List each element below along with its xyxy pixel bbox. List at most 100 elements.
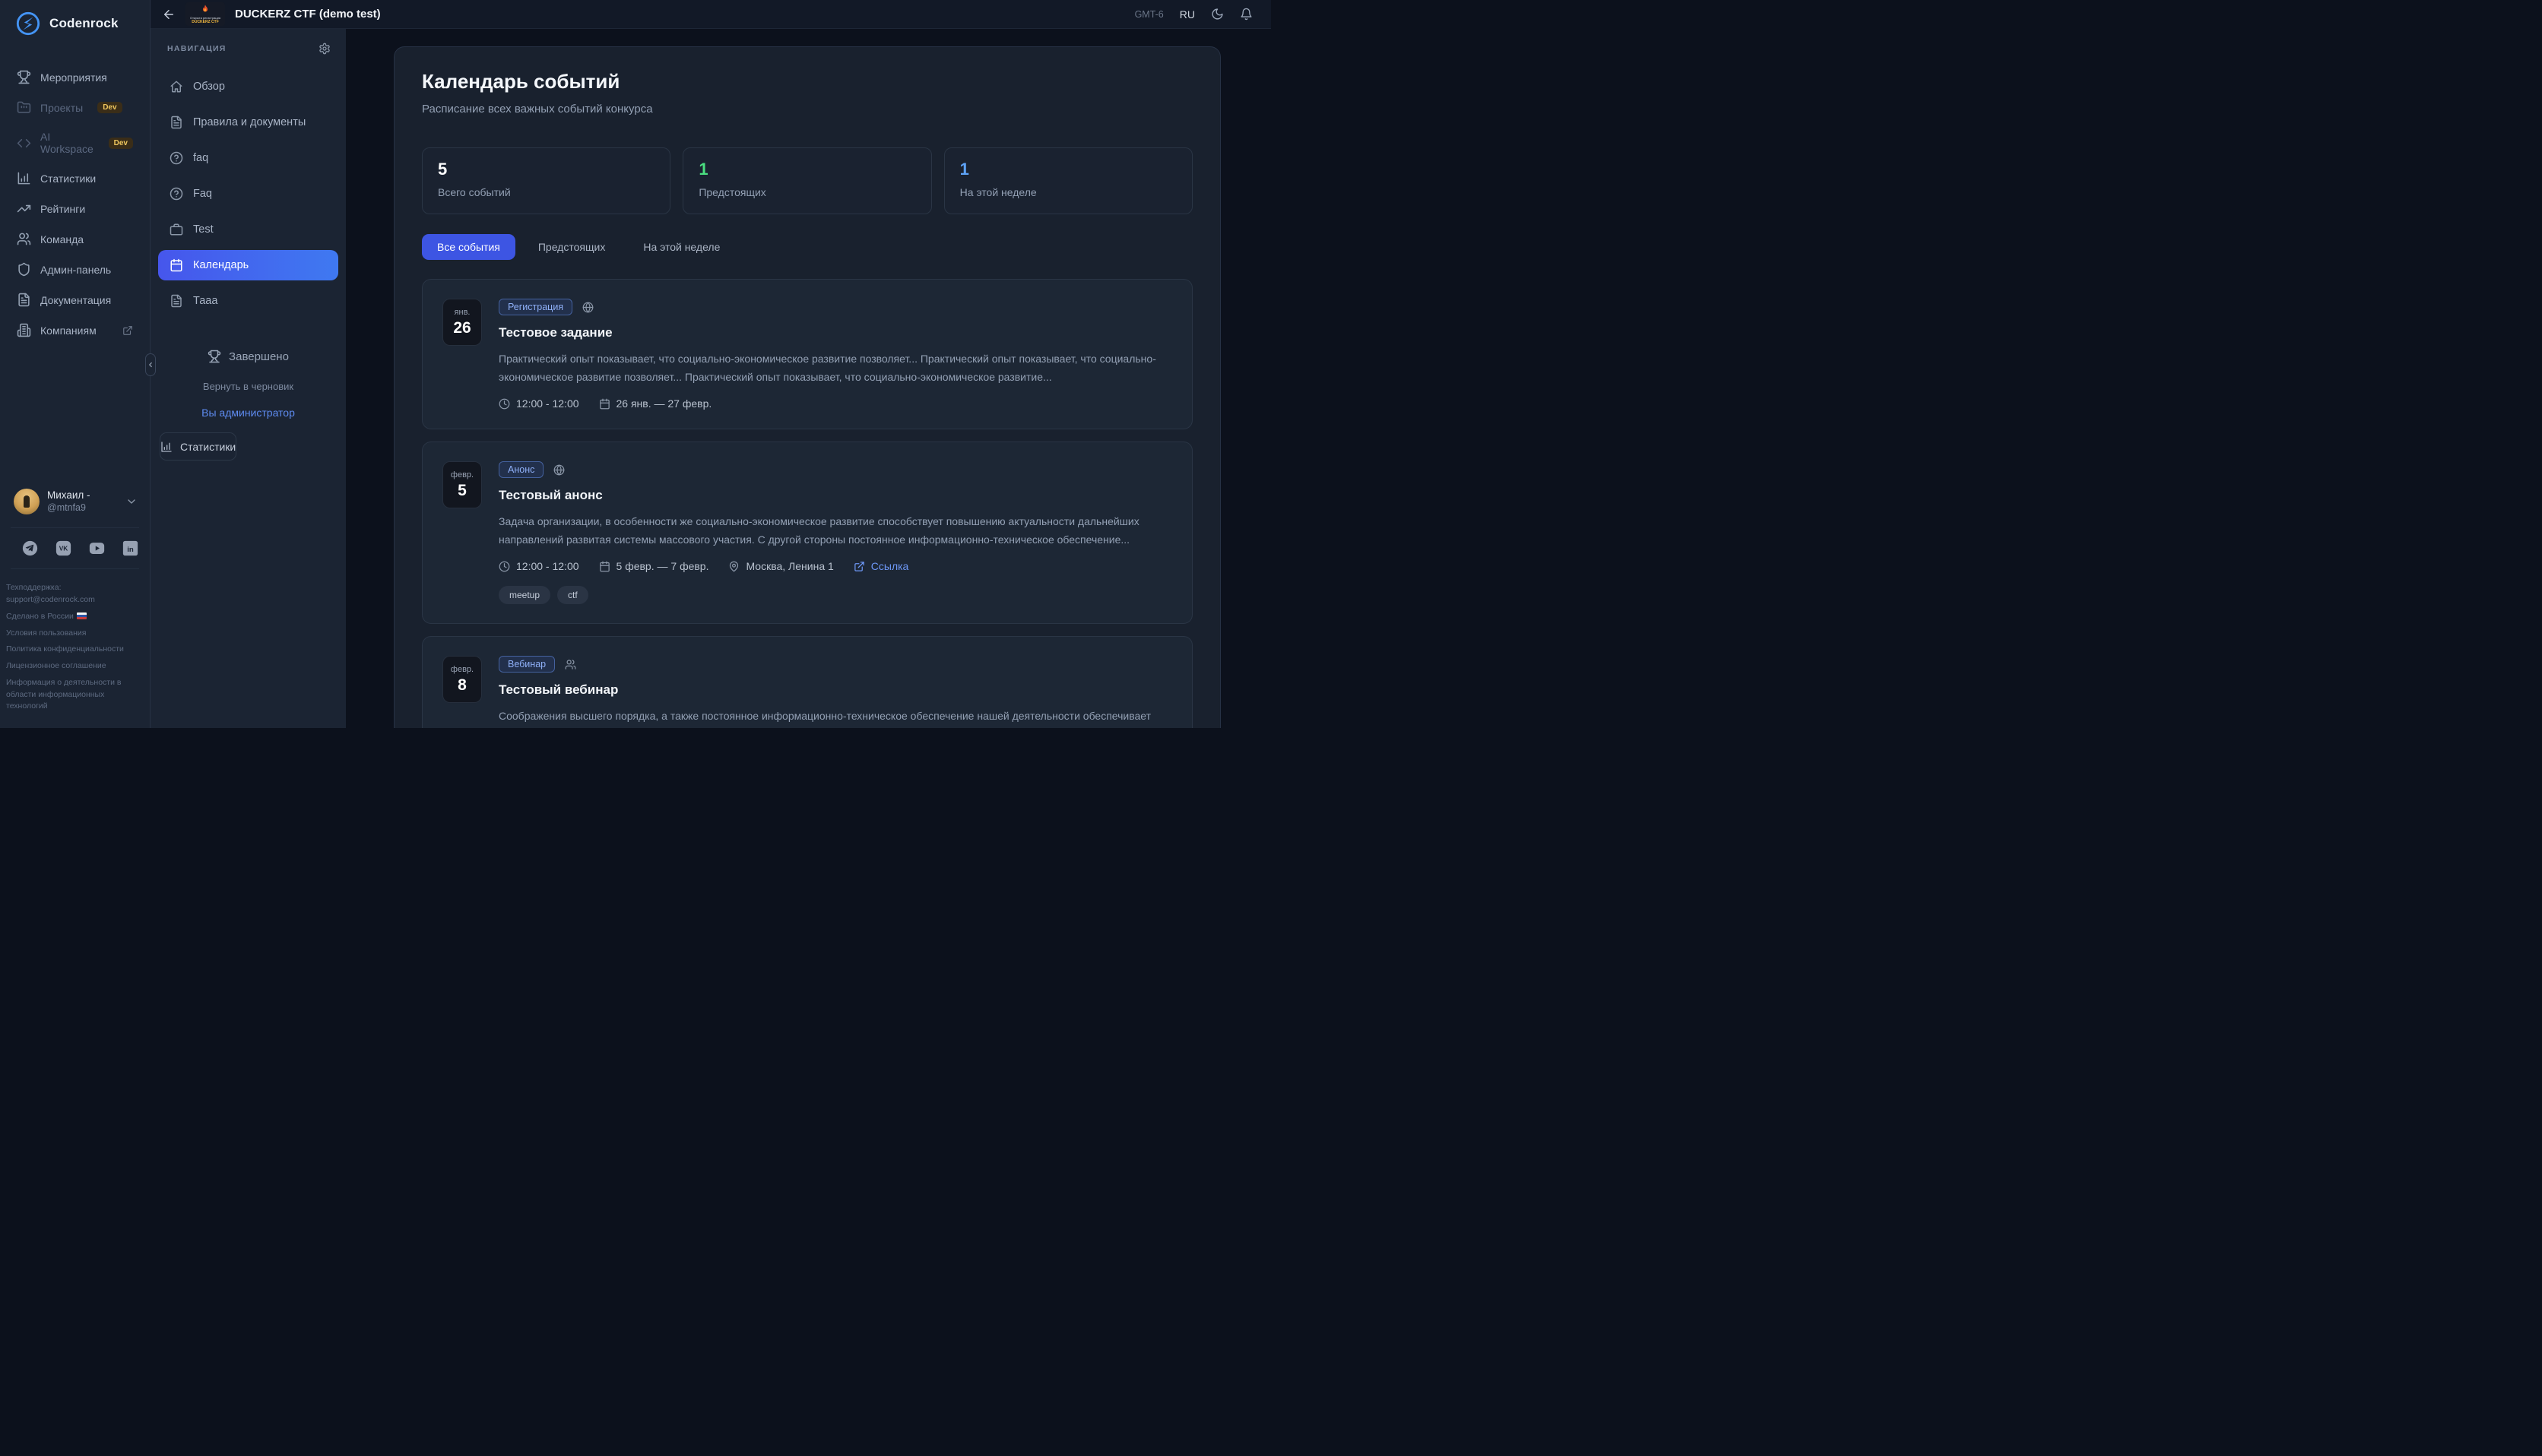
help-icon bbox=[170, 151, 183, 165]
admin-link[interactable]: Вы администратор bbox=[151, 407, 346, 419]
support-email[interactable]: support@codenrock.com bbox=[6, 594, 139, 606]
gear-icon[interactable] bbox=[319, 43, 331, 55]
event-sidebar: НАВИГАЦИЯ Обзор Правила и документы faq … bbox=[151, 29, 346, 728]
sidebar-item-folder[interactable]: Проекты Dev bbox=[8, 94, 142, 121]
support-label: Техподдержка: bbox=[6, 582, 139, 594]
sidebar-item-shield[interactable]: Админ-панель bbox=[8, 256, 142, 283]
telegram-icon[interactable] bbox=[22, 540, 38, 556]
filter-tab[interactable]: Предстоящих bbox=[523, 234, 620, 260]
event-date: февр. 8 bbox=[442, 656, 482, 703]
youtube-icon[interactable] bbox=[89, 540, 105, 556]
main-sidebar: Codenrock Мероприятия Проекты Dev AI Wor… bbox=[0, 0, 151, 728]
subnav-header: НАВИГАЦИЯ bbox=[167, 44, 227, 53]
subnav-item-обзор[interactable]: Обзор bbox=[158, 71, 338, 102]
avatar bbox=[14, 489, 40, 514]
users-icon bbox=[17, 232, 31, 246]
legal-link[interactable]: Условия пользования bbox=[6, 628, 139, 640]
event-description: Соображения высшего порядка, а также пос… bbox=[499, 707, 1172, 728]
event-logo-title: DUCKERZ CTF bbox=[185, 20, 225, 24]
back-arrow-icon[interactable] bbox=[162, 8, 176, 21]
page-title: Календарь событий bbox=[422, 70, 1193, 93]
made-in: Сделано в России bbox=[6, 611, 139, 623]
svg-text:in: in bbox=[127, 546, 134, 554]
calendar-icon bbox=[170, 258, 183, 272]
sidebar-footer: Техподдержка: support@codenrock.com Сдел… bbox=[0, 576, 150, 728]
right-region: Открыта регистрация DUCKERZ CTF DUCKERZ … bbox=[151, 0, 1271, 728]
users-icon bbox=[565, 659, 576, 670]
status-label: Завершено bbox=[229, 350, 289, 363]
external-link-icon bbox=[122, 325, 133, 336]
briefcase-icon bbox=[170, 223, 183, 236]
subnav-item-test[interactable]: Test bbox=[158, 214, 338, 245]
statistics-button[interactable]: Статистики bbox=[160, 432, 236, 461]
subnav-item-faq[interactable]: faq bbox=[158, 143, 338, 173]
event-card[interactable]: февр. 5 Анонс Тестовый анонс Задача орга… bbox=[422, 442, 1193, 624]
event-meta-clock: 12:00 - 12:00 bbox=[499, 560, 579, 572]
stat-label: Предстоящих bbox=[699, 186, 915, 198]
event-date: янв. 26 bbox=[442, 299, 482, 346]
shield-icon bbox=[17, 262, 31, 277]
stat-label: Всего событий bbox=[438, 186, 655, 198]
event-title: Тестовый вебинар bbox=[499, 682, 1172, 698]
event-tag: ctf bbox=[557, 586, 588, 604]
stat-card: 1 Предстоящих bbox=[683, 147, 931, 214]
linkedin-icon[interactable]: in bbox=[122, 540, 138, 556]
sidebar-item-code[interactable]: AI Workspace Dev bbox=[8, 125, 142, 161]
timezone-label: GMT-6 bbox=[1135, 9, 1164, 20]
event-description: Практический опыт показывает, что социал… bbox=[499, 350, 1172, 386]
globe-icon bbox=[553, 464, 565, 476]
dev-badge: Dev bbox=[109, 138, 133, 149]
stat-value: 5 bbox=[438, 160, 655, 179]
sidebar-item-trophy[interactable]: Мероприятия bbox=[8, 64, 142, 90]
event-card[interactable]: февр. 8 Вебинар Тестовый вебинар Соображ… bbox=[422, 636, 1193, 728]
sidebar-item-chart[interactable]: Статистики bbox=[8, 165, 142, 191]
page-subtitle: Расписание всех важных событий конкурса bbox=[422, 103, 1193, 116]
topbar: Открыта регистрация DUCKERZ CTF DUCKERZ … bbox=[151, 0, 1271, 29]
user-handle: @mtnfa9 bbox=[47, 502, 90, 514]
dev-badge: Dev bbox=[97, 102, 122, 113]
stat-label: На этой неделе bbox=[960, 186, 1177, 198]
sidebar-item-trending[interactable]: Рейтинги bbox=[8, 195, 142, 222]
event-tag: meetup bbox=[499, 586, 550, 604]
sidebar-item-users[interactable]: Команда bbox=[8, 226, 142, 252]
vk-icon[interactable]: VK bbox=[55, 540, 71, 556]
event-meta-external[interactable]: Ссылка bbox=[854, 560, 909, 572]
user-menu[interactable]: Михаил - @mtnfa9 bbox=[0, 483, 150, 521]
event-type-badge: Регистрация bbox=[499, 299, 572, 315]
subnav-item-тааа[interactable]: Тааа bbox=[158, 286, 338, 316]
calendar-icon bbox=[599, 561, 610, 572]
subnav-item-календарь[interactable]: Календарь bbox=[158, 250, 338, 280]
filter-tab[interactable]: На этой неделе bbox=[628, 234, 735, 260]
bar-chart-icon bbox=[160, 441, 173, 453]
legal-link[interactable]: Политика конфиденциальности bbox=[6, 644, 139, 656]
event-logo[interactable]: Открыта регистрация DUCKERZ CTF bbox=[185, 2, 225, 26]
codenrock-logo-icon bbox=[15, 11, 41, 36]
revert-draft-link[interactable]: Вернуть в черновик bbox=[151, 381, 346, 392]
sidebar-collapse-button[interactable] bbox=[145, 353, 156, 376]
bell-icon[interactable] bbox=[1240, 8, 1253, 21]
trophy-icon bbox=[208, 350, 221, 363]
event-card[interactable]: янв. 26 Регистрация Тестовое задание Пра… bbox=[422, 279, 1193, 429]
sidebar-item-building[interactable]: Компаниям bbox=[8, 317, 142, 343]
event-date: февр. 5 bbox=[442, 461, 482, 508]
external-icon bbox=[854, 561, 865, 572]
stat-value: 1 bbox=[960, 160, 1177, 179]
legal-link[interactable]: Информация о деятельности в области инфо… bbox=[6, 677, 139, 713]
calendar-panel: Календарь событий Расписание всех важных… bbox=[394, 46, 1221, 728]
divider bbox=[11, 527, 139, 528]
brand[interactable]: Codenrock bbox=[0, 0, 150, 46]
moon-icon[interactable] bbox=[1211, 8, 1224, 21]
language-switcher[interactable]: RU bbox=[1180, 8, 1195, 21]
pin-icon bbox=[728, 561, 740, 572]
event-description: Задача организации, в особенности же соц… bbox=[499, 512, 1172, 549]
event-type-badge: Анонс bbox=[499, 461, 544, 478]
sidebar-item-file[interactable]: Документация bbox=[8, 286, 142, 313]
trophy-icon bbox=[17, 70, 31, 84]
event-sidebar-footer: Завершено Вернуть в черновик Вы админист… bbox=[151, 350, 346, 461]
event-type-badge: Вебинар bbox=[499, 656, 555, 673]
subnav-item-правила-и-документы[interactable]: Правила и документы bbox=[158, 107, 338, 138]
filter-tab[interactable]: Все события bbox=[422, 234, 515, 260]
legal-link[interactable]: Лицензионное соглашение bbox=[6, 660, 139, 673]
subnav-item-faq[interactable]: Faq bbox=[158, 179, 338, 209]
social-links: VK in bbox=[0, 535, 150, 562]
